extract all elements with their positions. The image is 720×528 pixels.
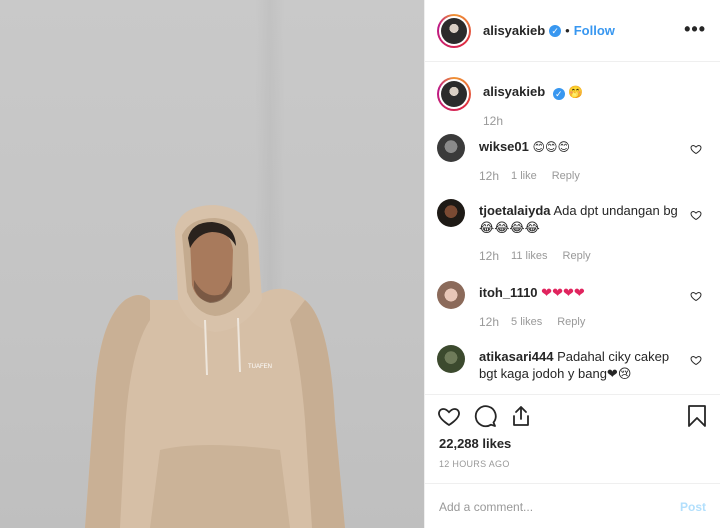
comment-bubble-icon[interactable] [473, 404, 497, 428]
comment-username[interactable]: tjoetalaiyda [479, 203, 551, 218]
comment-text: ❤❤❤❤ [541, 286, 585, 301]
hoodie-logo-text: TUAFEN [248, 364, 272, 370]
verified-icon: ✓ [549, 24, 562, 37]
caption-username[interactable]: alisyakieb [483, 84, 545, 99]
reply-button[interactable]: Reply [552, 168, 580, 185]
comment-like-heart-icon[interactable] [690, 290, 702, 302]
comment-time[interactable]: 12h [479, 314, 499, 331]
post-photo[interactable]: TUAFEN [0, 0, 424, 528]
comment-username[interactable]: atikasari444 [479, 349, 553, 364]
likes-count[interactable]: 22,288 likes [439, 436, 511, 451]
comment-like-heart-icon[interactable] [690, 143, 702, 155]
separator-dot: • [565, 23, 570, 38]
reply-button[interactable]: Reply [557, 314, 585, 331]
verified-icon: ✓ [552, 88, 565, 100]
like-heart-icon[interactable] [437, 404, 461, 428]
post-header: alisyakieb ✓ • Follow ••• [425, 0, 720, 62]
save-bookmark-icon[interactable] [686, 404, 708, 428]
comment-username[interactable]: itoh_1110 [479, 285, 538, 300]
caption-text: 🤭 [568, 85, 584, 99]
posted-time[interactable]: 12 HOURS AGO [439, 459, 510, 469]
post-actions: 22,288 likes 12 HOURS AGO Post [425, 394, 720, 528]
comment-likes[interactable]: 11 likes [511, 248, 547, 265]
author-username[interactable]: alisyakieb [483, 23, 545, 38]
follow-button[interactable]: Follow [574, 23, 615, 38]
comment-likes[interactable]: 5 likes [511, 314, 542, 331]
commenter-avatar[interactable] [437, 345, 465, 373]
comment-time[interactable]: 12h [479, 168, 499, 185]
caption-avatar[interactable] [437, 77, 471, 111]
comment-like-heart-icon[interactable] [690, 209, 702, 221]
post-comment-button[interactable]: Post [680, 500, 706, 514]
comment-item: wikse01 😊😊😊 12h 1 like Reply [437, 134, 708, 185]
man-in-hoodie-illustration: TUAFEN [85, 205, 345, 528]
add-comment-bar: Post [425, 483, 720, 528]
comment-text: 😊😊😊 [532, 140, 571, 154]
comment-input[interactable] [439, 499, 680, 514]
more-options-icon[interactable]: ••• [684, 20, 706, 38]
comment-username[interactable]: wikse01 [479, 139, 529, 154]
post-side-panel: alisyakieb ✓ • Follow ••• alisyakieb ✓ 🤭… [424, 0, 720, 528]
comment-like-heart-icon[interactable] [690, 354, 702, 366]
post-caption: alisyakieb ✓ 🤭 12h [437, 77, 708, 130]
comment-time[interactable]: 12h [479, 248, 499, 265]
commenter-avatar[interactable] [437, 134, 465, 162]
reply-button[interactable]: Reply [563, 248, 591, 265]
comment-likes[interactable]: 1 like [511, 168, 537, 185]
caption-time[interactable]: 12h [483, 113, 583, 130]
commenter-avatar[interactable] [437, 199, 465, 227]
comment-item: atikasari444 Padahal ciky cakep bgt kaga… [437, 345, 708, 382]
commenter-avatar[interactable] [437, 281, 465, 309]
comment-item: tjoetalaiyda Ada dpt undangan bg😂😂😂😂 12h… [437, 199, 708, 265]
share-icon[interactable] [509, 404, 533, 428]
author-avatar[interactable] [437, 13, 471, 48]
comment-item: itoh_1110 ❤❤❤❤ 12h 5 likes Reply [437, 281, 708, 331]
